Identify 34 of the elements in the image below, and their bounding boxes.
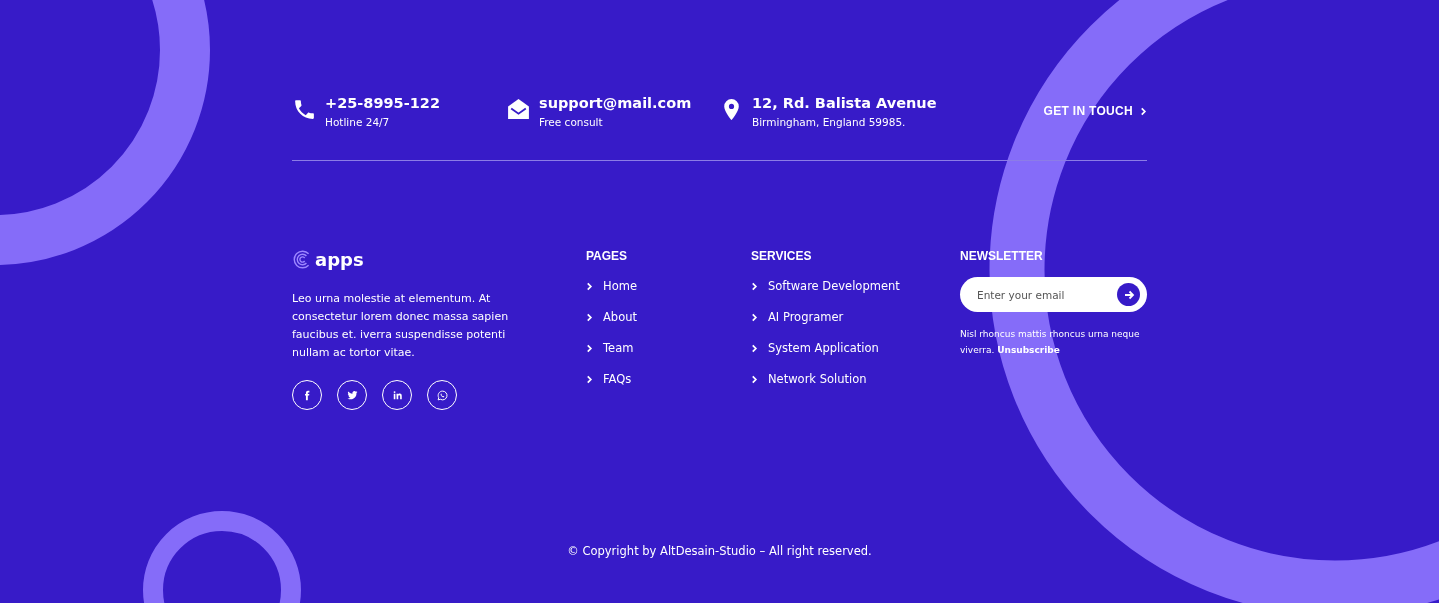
arrow-right-icon <box>1122 288 1135 301</box>
contact-title: 12, Rd. Balista Avenue <box>752 94 937 112</box>
envelope-icon <box>506 97 531 122</box>
chevron-icon <box>751 312 758 322</box>
column-heading: SERVICES <box>751 249 813 263</box>
copyright-text: © Copyright by AltDesain-Studio – All right reserved. <box>567 544 872 558</box>
service-link[interactable]: Software Development <box>768 277 900 295</box>
service-link[interactable]: AI Programer <box>768 308 844 326</box>
page-link[interactable]: FAQs <box>603 370 632 388</box>
chevron-icon <box>1140 106 1147 116</box>
page-link[interactable]: About <box>603 308 637 326</box>
contact-subtitle: Birmingham, England 59985. <box>752 116 906 128</box>
chevron-icon <box>586 281 593 291</box>
brand-description: Leo urna molestie at elementum. At consectetur lorem donec massa sapien faucibus et. iverra suspendisse potenti nullam ac tortor vitae. <box>292 291 510 361</box>
get-in-touch-link[interactable]: GET IN TOUCH <box>1043 104 1147 118</box>
page-link[interactable]: Home <box>603 277 637 295</box>
chevron-icon <box>751 374 758 384</box>
phone-icon <box>292 97 317 122</box>
chevron-icon <box>751 343 758 353</box>
brand-name: apps <box>315 249 364 270</box>
service-link[interactable]: Network Solution <box>768 370 867 388</box>
chevron-icon <box>586 374 593 384</box>
whatsapp-icon <box>434 387 450 403</box>
contact-title: support@mail.com <box>539 94 692 112</box>
column-heading: PAGES <box>586 249 629 263</box>
chevron-icon <box>586 343 593 353</box>
chevron-icon <box>586 312 593 322</box>
chevron-icon <box>751 281 758 291</box>
service-link[interactable]: System Application <box>768 339 879 357</box>
email-field[interactable]: Enter your email <box>960 277 1147 312</box>
page-link[interactable]: Team <box>603 339 634 357</box>
contact-subtitle: Hotline 24/7 <box>325 116 390 128</box>
contact-subtitle: Free consult <box>539 116 603 128</box>
contact-title: +25-8995-122 <box>325 94 440 112</box>
